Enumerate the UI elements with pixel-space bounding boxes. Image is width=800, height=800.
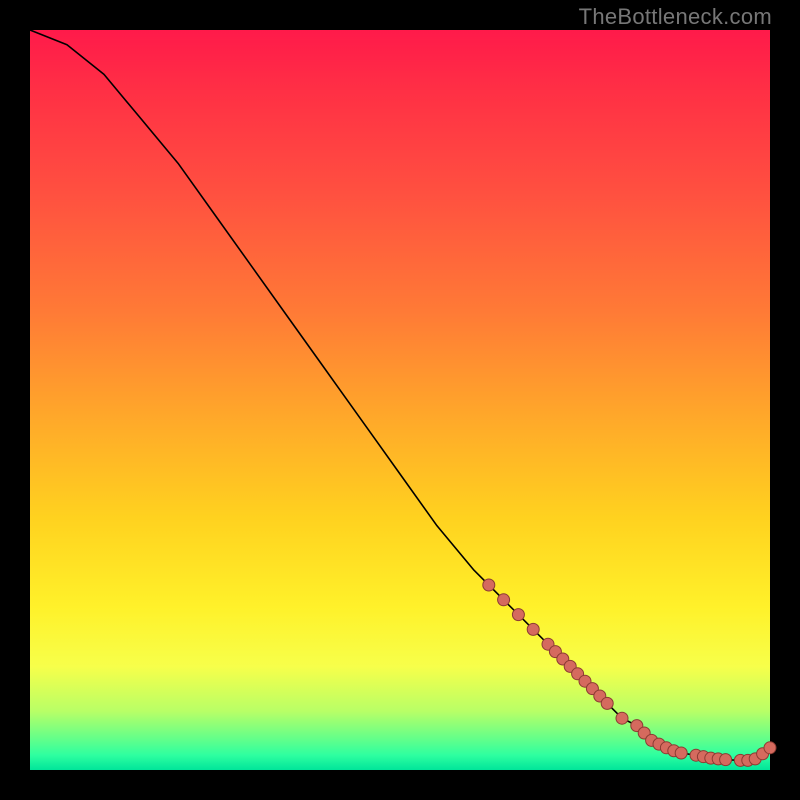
marker-group <box>483 579 776 766</box>
watermark-text: TheBottleneck.com <box>579 4 772 30</box>
chart-svg <box>30 30 770 770</box>
data-marker <box>527 623 539 635</box>
data-marker <box>764 742 776 754</box>
chart-frame: TheBottleneck.com <box>0 0 800 800</box>
data-marker <box>601 697 613 709</box>
data-marker <box>675 747 687 759</box>
bottleneck-curve <box>30 30 770 760</box>
plot-area <box>30 30 770 770</box>
data-marker <box>498 594 510 606</box>
data-marker <box>720 754 732 766</box>
data-marker <box>483 579 495 591</box>
data-marker <box>512 609 524 621</box>
data-marker <box>616 712 628 724</box>
